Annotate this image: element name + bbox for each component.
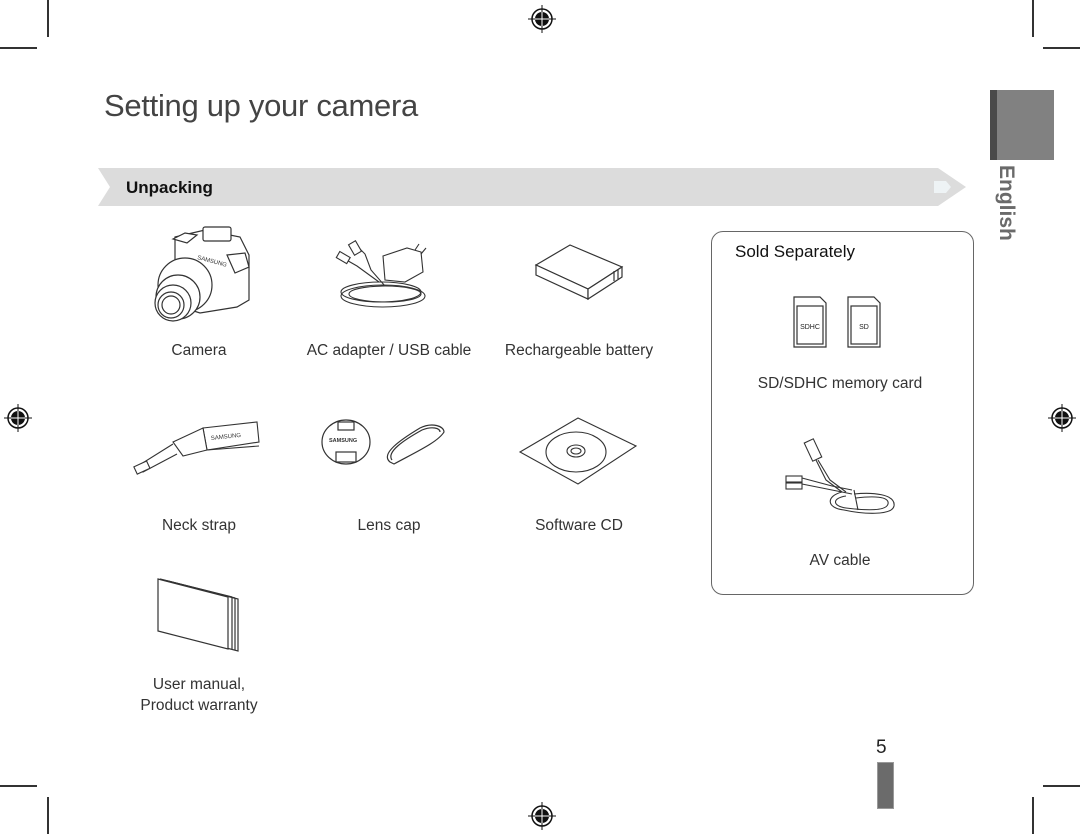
cd-icon [518, 417, 638, 485]
item-label-camera: Camera [171, 342, 227, 359]
crop-mark [1043, 47, 1080, 49]
item-label-manual: User manual, Product warranty [99, 674, 299, 716]
sold-separately-box [711, 231, 974, 595]
item-label-software-cd: Software CD [535, 517, 623, 534]
lenscap-brand: SAMSUNG [329, 438, 357, 444]
manual-label-line2: Product warranty [140, 697, 258, 714]
manual-icon [157, 578, 239, 652]
crop-mark [0, 785, 37, 787]
item-label-lens-cap: Lens cap [357, 517, 421, 534]
registration-mark-icon [4, 404, 32, 432]
registration-mark-icon [528, 802, 556, 830]
manual-label-line1: User manual, [152, 676, 246, 693]
item-label-neck-strap: Neck strap [161, 517, 237, 534]
card-label-sd: SD [859, 324, 869, 331]
camera-icon: SAMSUNG [154, 226, 250, 322]
section-heading: Unpacking [126, 178, 213, 197]
registration-mark-icon [528, 5, 556, 33]
page-tab-marker [877, 762, 894, 809]
item-label-ac-adapter: AC adapter / USB cable [306, 342, 472, 359]
page-number: 5 [876, 737, 887, 758]
crop-mark [0, 47, 37, 49]
crop-mark [1032, 0, 1034, 37]
language-tab: English [982, 165, 1022, 245]
sold-separately-title: Sold Separately [735, 242, 856, 261]
language-tab-block [990, 90, 1054, 160]
neck-strap-icon: SAMSUNG [133, 421, 260, 475]
page-title: Setting up your camera [104, 88, 418, 123]
section-banner [98, 168, 966, 206]
crop-mark [47, 797, 49, 834]
ac-adapter-icon [335, 240, 427, 308]
crop-mark [47, 0, 49, 37]
battery-icon [534, 244, 624, 301]
lens-cap-icon: SAMSUNG [321, 419, 445, 465]
memory-card-icon: SDHC SD [793, 296, 881, 348]
item-label-av-cable: AV cable [809, 552, 871, 569]
language-label: English [995, 165, 1018, 241]
card-label-sdhc: SDHC [800, 324, 820, 331]
av-cable-icon [785, 438, 895, 514]
item-label-battery: Rechargeable battery [504, 342, 654, 359]
registration-mark-icon [1048, 404, 1076, 432]
item-label-memory-card: SD/SDHC memory card [757, 375, 923, 392]
crop-mark [1032, 797, 1034, 834]
crop-mark [1043, 785, 1080, 787]
